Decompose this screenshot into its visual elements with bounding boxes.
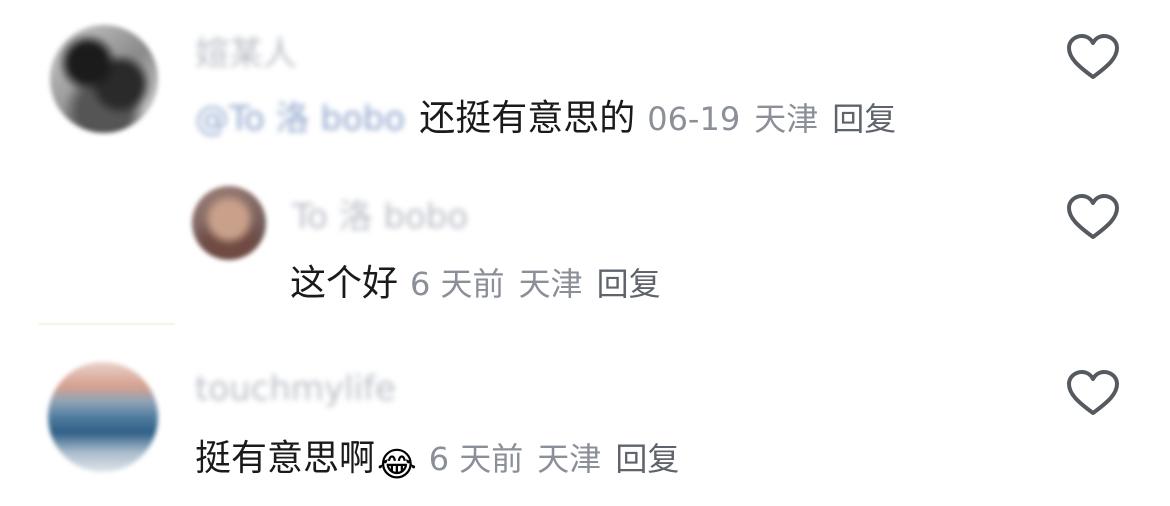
comment-location: 天津: [518, 265, 583, 303]
mention-link[interactable]: @To 洛 bobo: [195, 99, 405, 139]
laughing-crying-emoji-icon: 😂: [377, 445, 417, 485]
comment-text: 还挺有意思的: [419, 98, 636, 139]
comment-list: 媗某人 @To 洛 bobo 还挺有意思的 06-19 天津 回复 To 洛 bobo …: [0, 0, 1170, 506]
username[interactable]: touchmylife: [195, 372, 396, 406]
heart-outline-icon[interactable]: [1066, 193, 1120, 241]
comment-date: 6 天前: [428, 440, 524, 478]
username[interactable]: 媗某人: [195, 37, 297, 71]
reply-button[interactable]: 回复: [832, 100, 896, 138]
reply-button[interactable]: 回复: [615, 440, 679, 478]
reply-button[interactable]: 回复: [597, 265, 661, 303]
comment-body: 这个好 6 天前 天津 回复: [290, 266, 661, 302]
comment-body: 挺有意思啊😂 6 天前 天津 回复: [195, 438, 679, 485]
avatar[interactable]: [50, 25, 158, 133]
comment-date: 6 天前: [410, 265, 505, 303]
divider: [38, 323, 175, 325]
heart-outline-icon[interactable]: [1066, 33, 1120, 81]
avatar[interactable]: [48, 362, 158, 472]
comment-location: 天津: [754, 100, 819, 138]
username[interactable]: To 洛 bobo: [292, 200, 468, 234]
avatar[interactable]: [192, 186, 266, 260]
comment-text: 这个好: [290, 263, 399, 304]
comment-location: 天津: [537, 440, 602, 478]
comment-text: 挺有意思啊: [195, 438, 376, 479]
comment-body: @To 洛 bobo 还挺有意思的 06-19 天津 回复: [195, 101, 896, 137]
heart-outline-icon[interactable]: [1066, 369, 1120, 417]
comment-date: 06-19: [647, 100, 741, 138]
